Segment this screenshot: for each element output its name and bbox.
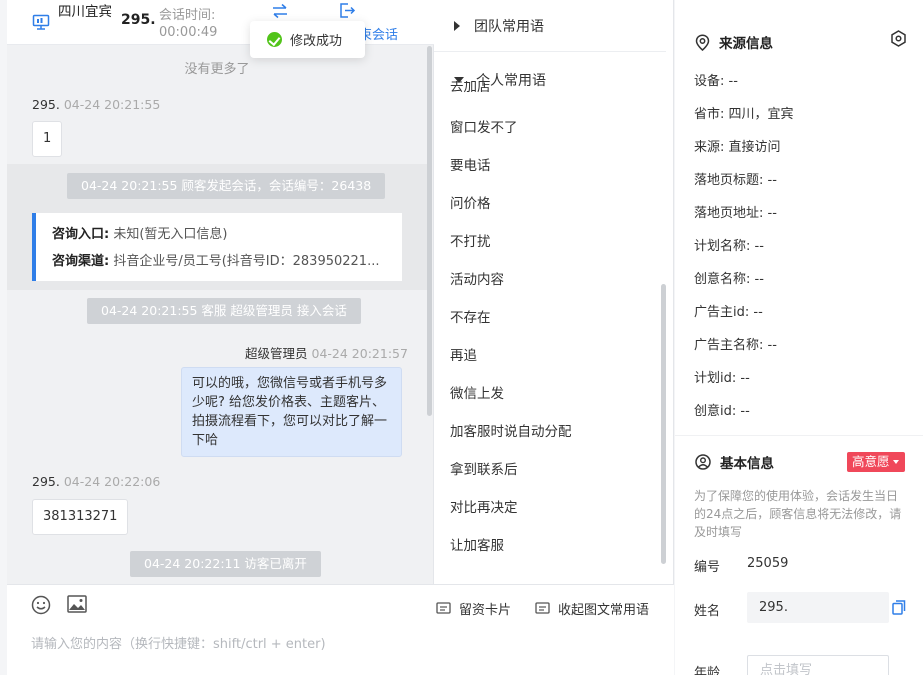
phrase-item[interactable]: 对比再决定 [450, 496, 518, 516]
exit-icon[interactable] [339, 2, 356, 19]
divider [675, 435, 923, 436]
visitor-message: 1 [32, 121, 63, 157]
phrase-item[interactable]: 不存在 [450, 306, 491, 326]
emoji-icon[interactable] [31, 595, 51, 615]
phrase-item[interactable]: 不打扰 [450, 230, 491, 250]
session-time-value: 00:00:49 [159, 25, 218, 40]
settings-icon[interactable] [890, 30, 907, 47]
agent-message: 可以的哦，您微信号或者手机号多少呢? 给您发价格表、主题客片、拍摄流程看下，您可… [181, 367, 402, 457]
message-input[interactable]: 请输入您的内容（换行快捷键：shift/ctrl + enter) [31, 633, 326, 652]
landing-page-title: 落地页标题: -- [694, 173, 777, 188]
divider [434, 51, 666, 52]
image-icon[interactable] [67, 595, 87, 613]
phrase-item[interactable]: 让加客服 [450, 534, 504, 554]
visitor-name: 四川宜宾 [58, 4, 112, 20]
plan-name: 计划名称: -- [694, 239, 764, 254]
caret-right-icon [454, 21, 460, 31]
message-list[interactable]: 没有更多了 295. 04-24 20:21:55 1 04-24 20:21:5… [7, 46, 427, 584]
source-origin: 来源: 直接访问 [694, 140, 781, 155]
chat-header: 四川宜宾 295. 会话时间: 00:00:49 束会话 [7, 0, 434, 45]
phrase-item[interactable]: 问价格 [450, 192, 491, 212]
message-meta: 295. 04-24 20:22:06 [32, 474, 161, 489]
toast-message: 修改成功 [290, 34, 343, 49]
edit-notice: 为了保障您的使用体验，会话发生当日的24点之后，顾客信息将无法修改，请及时填写 [694, 489, 902, 539]
copy-icon[interactable] [892, 600, 906, 615]
chat-panel: 四川宜宾 295. 会话时间: 00:00:49 束会话 修改成功 没有更多了 … [7, 0, 434, 675]
collapse-phrases-button[interactable]: 收起图文常用语 [535, 599, 649, 618]
id-label: 编号 [694, 560, 721, 575]
composer: 请输入您的内容（换行快捷键：shift/ctrl + enter) [7, 584, 434, 675]
source-info-header: 来源信息 [695, 32, 773, 52]
success-toast: 修改成功 [250, 21, 365, 58]
check-circle-icon [267, 32, 282, 47]
intent-badge[interactable]: 高意愿 [847, 452, 905, 472]
plan-id: 计划id: -- [694, 371, 750, 386]
creative-name: 创意名称: -- [694, 272, 764, 287]
phrase-item[interactable]: 要电话 [450, 154, 491, 174]
no-more-label: 没有更多了 [184, 62, 250, 77]
phrase-item[interactable]: 去加店 [450, 81, 491, 95]
phrase-list[interactable]: 去加店 窗口发不了 要电话 问价格 不打扰 活动内容 不存在 再追 微信上发 加… [434, 81, 664, 576]
name-label: 姓名 [694, 604, 721, 619]
id-value: 25059 [747, 556, 789, 571]
creative-id: 创意id: -- [694, 404, 750, 419]
source-device: 设备: -- [694, 74, 738, 89]
phrase-item[interactable]: 微信上发 [450, 382, 504, 402]
phrase-item[interactable]: 再追 [450, 344, 477, 364]
age-field[interactable] [747, 655, 889, 675]
advertiser-id: 广告主id: -- [694, 305, 763, 320]
age-label: 年龄 [694, 666, 721, 675]
transfer-icon[interactable] [271, 3, 289, 19]
caret-down-icon [892, 460, 899, 464]
phrase-scrollbar[interactable] [661, 284, 666, 564]
message-meta: 超级管理员 04-24 20:21:57 [245, 346, 408, 361]
consult-info-card: 咨询入口: 未知(暂无入口信息) 咨询渠道: 抖音企业号/员工号(抖音号ID：2… [32, 213, 402, 281]
name-field[interactable]: 295. [747, 592, 889, 623]
phrase-item[interactable]: 加客服时说自动分配 [450, 420, 572, 440]
visitor-number: 295. [121, 12, 156, 28]
advertiser-name: 广告主名称: -- [694, 338, 777, 353]
monitor-icon [32, 14, 50, 30]
landing-page-url: 落地页地址: -- [694, 206, 777, 221]
lead-card-button[interactable]: 留资卡片 [436, 599, 511, 618]
chat-scrollbar[interactable] [427, 46, 432, 416]
team-phrases-toggle[interactable]: 团队常用语 [454, 16, 544, 36]
phrase-item[interactable]: 窗口发不了 [450, 116, 518, 136]
message-square-icon [436, 601, 451, 614]
basic-info-header: 基本信息 [695, 452, 774, 472]
session-time-label: 会话时间: [159, 8, 216, 23]
system-message: 04-24 20:21:55 顾客发起会话，会话编号：26438 [67, 173, 386, 199]
phrase-item[interactable]: 拿到联系后 [450, 458, 518, 478]
user-circle-icon [695, 454, 711, 470]
location-pin-icon [695, 33, 710, 51]
visitor-message: 381313271 [32, 499, 129, 535]
system-message: 04-24 20:21:55 客服 超级管理员 接入会话 [87, 298, 361, 324]
phrases-panel: 团队常用语 个人常用语 去加店 窗口发不了 要电话 问价格 不打扰 活动内容 不… [434, 0, 674, 675]
phrases-footer: 留资卡片 收起图文常用语 [434, 584, 674, 675]
message-square-icon [535, 601, 550, 614]
message-meta: 295. 04-24 20:21:55 [32, 97, 161, 112]
phrase-item[interactable]: 活动内容 [450, 268, 504, 288]
source-province-city: 省市: 四川，宜宾 [694, 107, 794, 122]
system-message: 04-24 20:22:11 访客已离开 [130, 551, 321, 577]
customer-info-panel: 来源信息 设备: -- 省市: 四川，宜宾 来源: 直接访问 落地页标题: --… [675, 0, 923, 675]
